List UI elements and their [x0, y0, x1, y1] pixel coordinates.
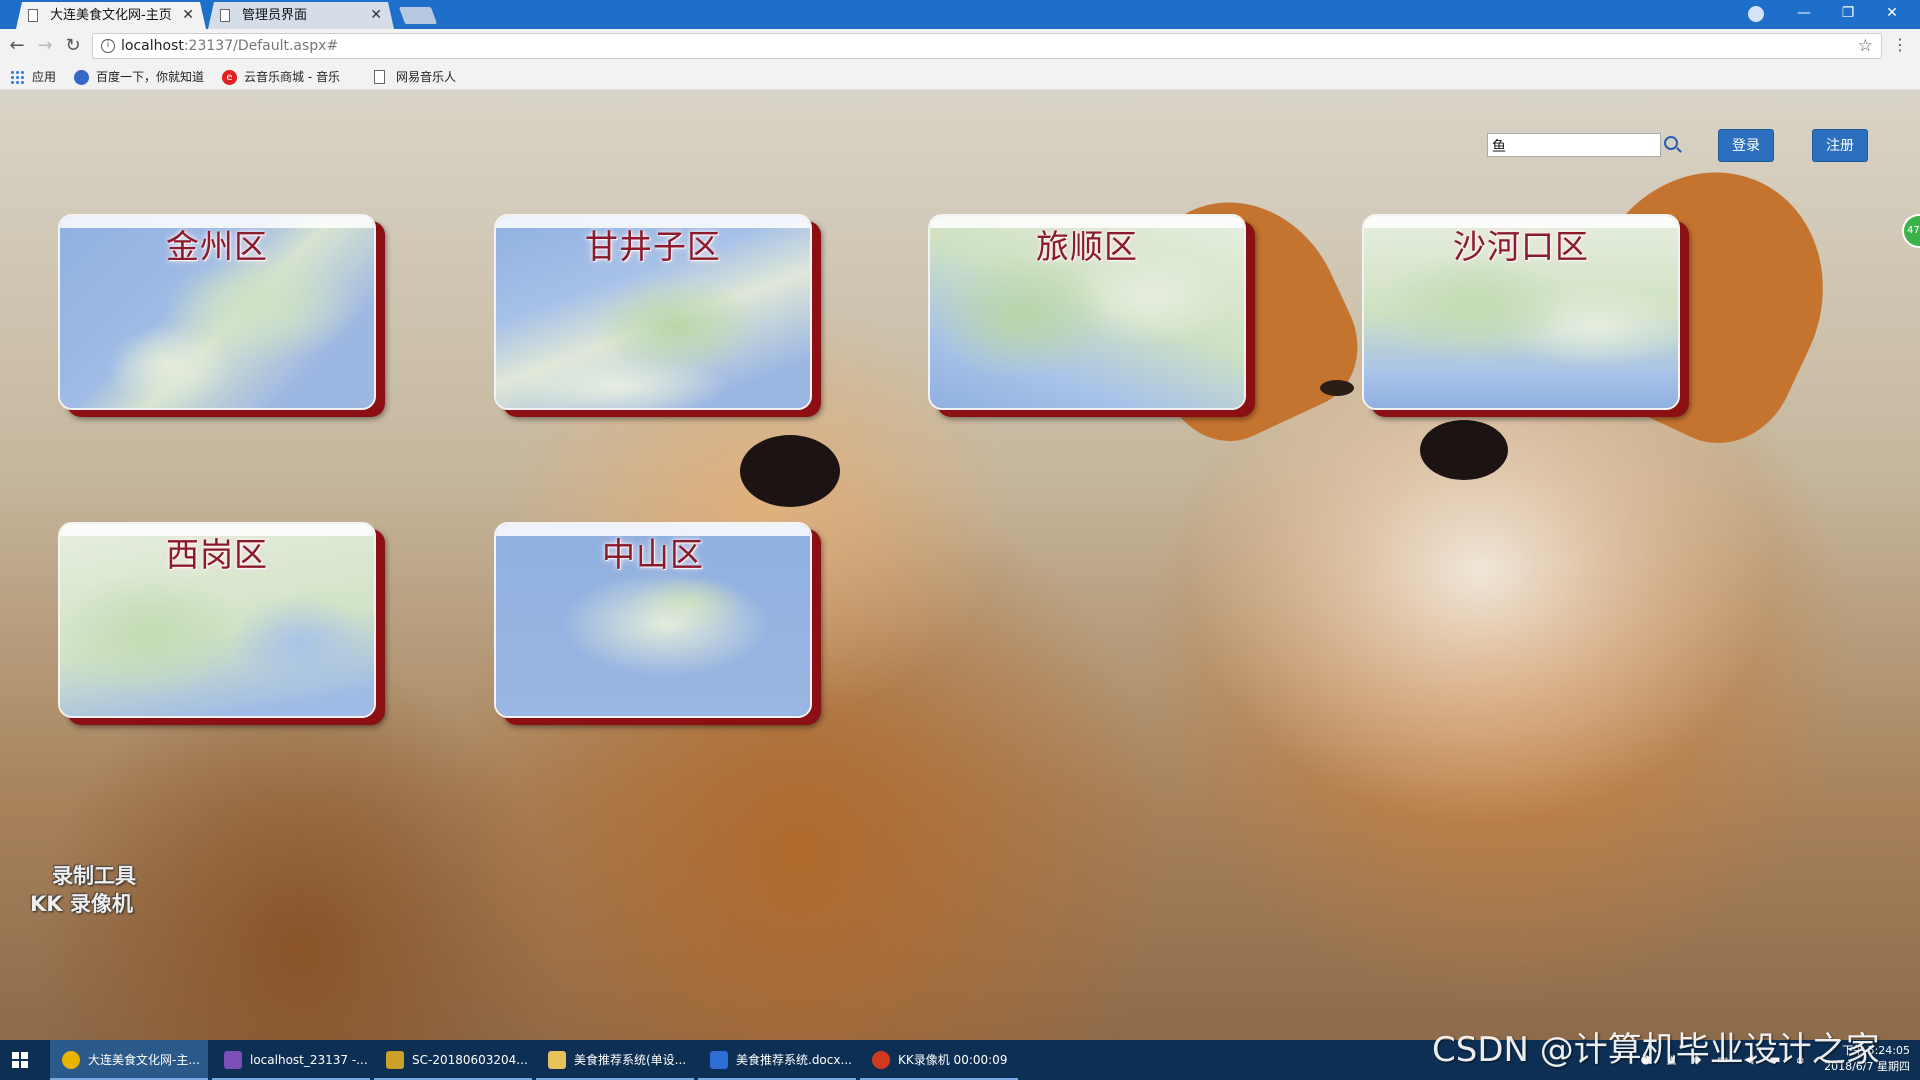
- browser-titlebar: 大连美食文化网-主页 ✕ 管理员界面 ✕ — ❐ ✕: [0, 0, 1920, 29]
- window-close-icon[interactable]: ✕: [1870, 0, 1914, 29]
- district-title: 西岗区: [166, 535, 268, 574]
- taskbar-item-chrome[interactable]: 大连美食文化网-主...: [50, 1040, 208, 1080]
- district-card-zhongshan[interactable]: 中山区: [494, 522, 812, 718]
- taskbar-item-folder[interactable]: 美食推荐系统(单设...: [536, 1040, 694, 1080]
- district-card-shahekou[interactable]: 沙河口区: [1362, 214, 1680, 410]
- new-tab-button[interactable]: [398, 7, 438, 24]
- district-card-ganjingzi[interactable]: 甘井子区: [494, 214, 812, 410]
- background-photo: [740, 435, 840, 507]
- reload-icon[interactable]: ↻: [62, 35, 84, 57]
- bookmark-star-icon[interactable]: ☆: [1858, 36, 1873, 56]
- url-text: localhost:23137/Default.aspx#: [121, 38, 339, 54]
- netease-music-icon: e: [222, 70, 237, 85]
- kk-recorder-icon: [872, 1051, 890, 1069]
- district-title: 旅顺区: [1036, 227, 1138, 266]
- apps-grid-icon: [10, 70, 25, 85]
- profile-icon[interactable]: [1748, 6, 1764, 22]
- restore-icon[interactable]: ❐: [1826, 0, 1870, 29]
- close-icon[interactable]: ✕: [182, 2, 194, 29]
- page-background: 鱼 登录 注册 金州区 甘井子区 旅顺区 沙河口区 西岗区 中山区 47 录制工…: [0, 90, 1920, 1040]
- bookmark-label: 云音乐商城 - 音乐: [244, 70, 340, 84]
- taskbar-item-label: KK录像机 00:00:09: [898, 1053, 1008, 1067]
- taskbar-item-word[interactable]: 美食推荐系统.docx...: [698, 1040, 856, 1080]
- district-card-jinzhou[interactable]: 金州区: [58, 214, 376, 410]
- taskbar-item-label: 美食推荐系统.docx...: [736, 1053, 852, 1067]
- taskbar-item-kk-recorder[interactable]: KK录像机 00:00:09: [860, 1040, 1018, 1080]
- recorder-watermark-line2: KK 录像机: [30, 892, 133, 916]
- info-icon[interactable]: i: [101, 39, 115, 53]
- tab-label: 管理员界面: [242, 8, 308, 23]
- side-widget-badge[interactable]: 47: [1902, 214, 1920, 248]
- bookmark-label: 网易音乐人: [396, 70, 457, 84]
- bookmark-apps[interactable]: 应用: [10, 69, 56, 86]
- district-title: 甘井子区: [585, 227, 721, 266]
- recorder-watermark: 录制工具 KK 录像机: [30, 862, 136, 918]
- forward-icon[interactable]: →: [34, 35, 56, 57]
- close-icon[interactable]: ✕: [370, 2, 382, 29]
- page-icon: [374, 70, 385, 84]
- taskbar-item-label: 美食推荐系统(单设...: [574, 1053, 687, 1067]
- tools-icon: [386, 1051, 404, 1069]
- taskbar-item-label: SC-20180603204...: [412, 1053, 528, 1067]
- district-card-xigang[interactable]: 西岗区: [58, 522, 376, 718]
- menu-icon[interactable]: ⋮: [1892, 37, 1908, 53]
- bookmark-netease-musician[interactable]: 网易音乐人: [374, 69, 456, 86]
- windows-start-icon[interactable]: [12, 1052, 28, 1068]
- csdn-watermark: CSDN @计算机毕业设计之家: [1432, 1030, 1880, 1070]
- tab-label: 大连美食文化网-主页: [50, 8, 172, 23]
- taskbar-item-label: localhost_23137 -...: [250, 1053, 368, 1067]
- district-title: 中山区: [602, 535, 704, 574]
- back-icon[interactable]: ←: [6, 35, 28, 57]
- register-button[interactable]: 注册: [1812, 129, 1868, 162]
- browser-toolbar: ← → ↻ i localhost:23137/Default.aspx# ☆ …: [0, 29, 1920, 65]
- search-input[interactable]: 鱼: [1487, 133, 1661, 157]
- bookmark-netease-music[interactable]: e 云音乐商城 - 音乐: [222, 69, 340, 86]
- page-icon: [220, 9, 230, 22]
- word-icon: [710, 1051, 728, 1069]
- address-bar[interactable]: i localhost:23137/Default.aspx# ☆: [92, 33, 1882, 59]
- district-title: 金州区: [166, 227, 268, 266]
- district-title: 沙河口区: [1453, 227, 1589, 266]
- recorder-watermark-line1: 录制工具: [52, 864, 136, 888]
- bookmark-baidu[interactable]: 百度一下，你就知道: [74, 69, 204, 86]
- folder-icon: [548, 1051, 566, 1069]
- search-icon[interactable]: [1664, 136, 1678, 150]
- page-icon: [28, 9, 38, 22]
- minimize-icon[interactable]: —: [1782, 0, 1826, 29]
- tab-home[interactable]: 大连美食文化网-主页 ✕: [16, 2, 206, 29]
- visual-studio-icon: [224, 1051, 242, 1069]
- district-card-lvshun[interactable]: 旅顺区: [928, 214, 1246, 410]
- bookmark-label: 应用: [32, 70, 57, 84]
- taskbar-item-tools[interactable]: SC-20180603204...: [374, 1040, 532, 1080]
- tab-admin[interactable]: 管理员界面 ✕: [208, 2, 394, 29]
- chrome-icon: [62, 1051, 80, 1069]
- taskbar-item-label: 大连美食文化网-主...: [88, 1053, 200, 1067]
- taskbar-item-visual-studio[interactable]: localhost_23137 -...: [212, 1040, 370, 1080]
- background-photo: [1420, 420, 1508, 480]
- login-button[interactable]: 登录: [1718, 129, 1774, 162]
- bookmark-label: 百度一下，你就知道: [96, 70, 205, 84]
- background-photo: [1320, 380, 1354, 396]
- bookmarks-bar: 应用 百度一下，你就知道 e 云音乐商城 - 音乐 网易音乐人: [0, 65, 1920, 90]
- baidu-paw-icon: [74, 70, 89, 85]
